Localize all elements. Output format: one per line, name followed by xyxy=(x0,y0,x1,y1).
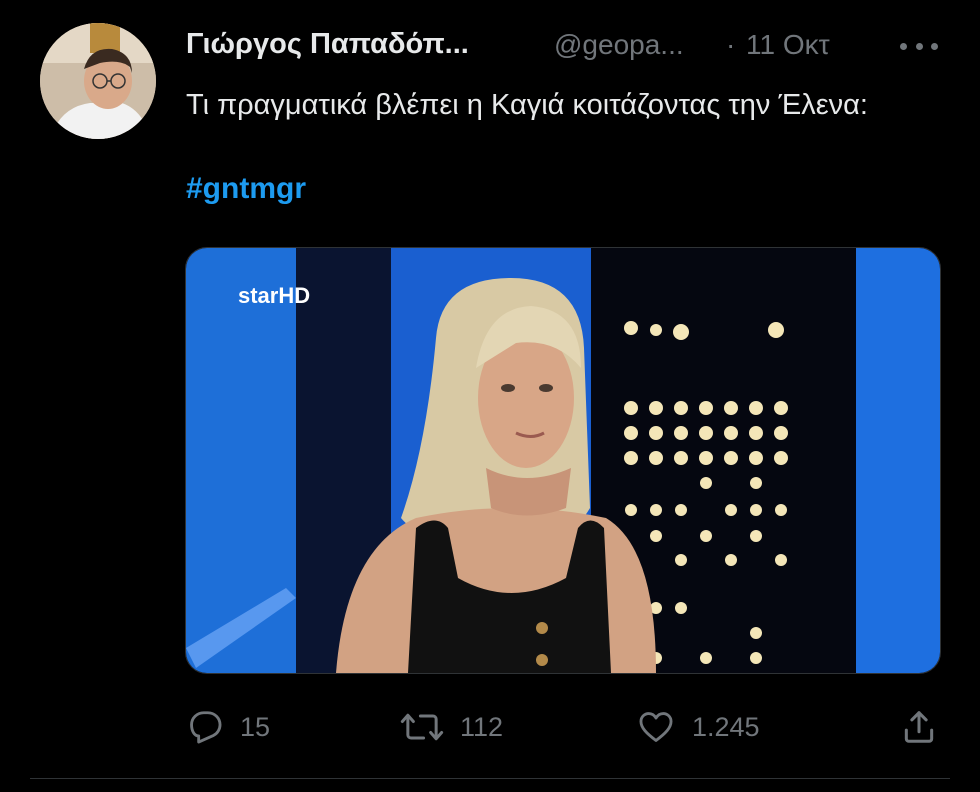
tweet-text: Τι πραγματικά βλέπει η Καγιά κοιτάζοντας… xyxy=(186,89,868,121)
reply-button[interactable]: 15 xyxy=(186,705,270,749)
author-name[interactable]: Γιώργος Παπαδόπ... xyxy=(186,28,469,61)
tweet-header: Γιώργος Παπαδόπ... @geopa... · 11 Οκτ xyxy=(186,28,946,68)
heart-icon xyxy=(639,712,673,742)
starhd-logo: starHD xyxy=(238,283,310,308)
more-options-icon[interactable] xyxy=(900,32,938,60)
timestamp[interactable]: 11 Οκτ xyxy=(746,29,830,61)
retweet-button[interactable]: 112 xyxy=(400,705,503,749)
tweet-actions: 15 112 1.245 xyxy=(186,705,946,749)
divider xyxy=(30,778,950,779)
author-handle[interactable]: @geopa... xyxy=(554,29,684,61)
reply-icon xyxy=(190,711,222,744)
like-count: 1.245 xyxy=(692,711,760,742)
share-icon xyxy=(904,711,934,743)
separator-dot: · xyxy=(726,29,736,60)
tweet-card[interactable]: Γιώργος Παπαδόπ... @geopa... · 11 Οκτ Τι… xyxy=(0,0,980,792)
share-button[interactable] xyxy=(900,705,938,749)
avatar[interactable] xyxy=(40,23,156,139)
retweet-icon xyxy=(400,713,444,741)
tweet-media-image[interactable]: starHD xyxy=(185,247,941,674)
reply-count: 15 xyxy=(240,711,271,742)
retweet-count: 112 xyxy=(460,711,504,742)
like-button[interactable]: 1.245 xyxy=(636,705,760,749)
hashtag-link[interactable]: #gntmgr xyxy=(186,172,306,206)
